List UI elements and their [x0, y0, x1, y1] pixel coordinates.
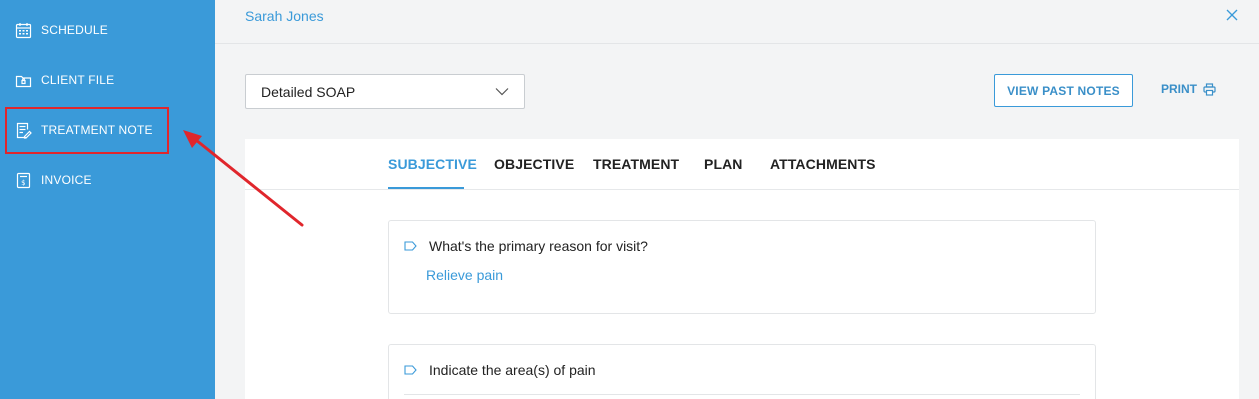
printer-icon [1203, 82, 1216, 96]
note-panel: SUBJECTIVE OBJECTIVE TREATMENT PLAN ATTA… [245, 139, 1239, 399]
sidebar-item-label: TREATMENT NOTE [41, 123, 153, 137]
chevron-down-icon [495, 88, 509, 96]
answer-text[interactable]: Relieve pain [426, 267, 503, 283]
sidebar: SCHEDULE CLIENT FILE TREATMENT NOTE $ IN… [0, 0, 215, 399]
question-card: What's the primary reason for visit? Rel… [388, 220, 1096, 314]
active-tab-indicator [388, 187, 464, 189]
tab-attachments[interactable]: ATTACHMENTS [770, 156, 876, 172]
note-tabs: SUBJECTIVE OBJECTIVE TREATMENT PLAN ATTA… [245, 139, 1239, 190]
sidebar-item-client-file[interactable]: CLIENT FILE [0, 55, 215, 105]
question-row: What's the primary reason for visit? [404, 238, 648, 254]
tab-plan[interactable]: PLAN [704, 156, 743, 172]
view-past-notes-button[interactable]: VIEW PAST NOTES [994, 74, 1133, 107]
question-row: Indicate the area(s) of pain [404, 362, 596, 378]
note-edit-icon [16, 122, 32, 139]
tab-subjective[interactable]: SUBJECTIVE [388, 156, 477, 172]
sidebar-item-label: INVOICE [41, 173, 92, 187]
note-type-value: Detailed SOAP [261, 83, 356, 100]
note-type-select[interactable]: Detailed SOAP [245, 74, 525, 109]
client-name[interactable]: Sarah Jones [245, 8, 324, 24]
main-content: Sarah Jones Detailed SOAP VIEW PAST NOTE… [215, 0, 1259, 399]
top-bar: Sarah Jones [215, 0, 1259, 44]
invoice-icon: $ [16, 172, 31, 188]
sidebar-item-label: CLIENT FILE [41, 73, 115, 87]
sidebar-item-schedule[interactable]: SCHEDULE [0, 5, 215, 55]
sidebar-item-treatment-note[interactable]: TREATMENT NOTE [0, 105, 215, 155]
question-card: Indicate the area(s) of pain [388, 344, 1096, 399]
question-text: Indicate the area(s) of pain [429, 362, 596, 378]
sidebar-item-label: SCHEDULE [41, 23, 108, 37]
sidebar-item-invoice[interactable]: $ INVOICE [0, 155, 215, 205]
tab-objective[interactable]: OBJECTIVE [494, 156, 574, 172]
print-label: PRINT [1161, 82, 1197, 96]
tab-treatment[interactable]: TREATMENT [593, 156, 679, 172]
close-icon[interactable] [1225, 8, 1239, 22]
divider [404, 394, 1080, 395]
folder-icon [15, 75, 32, 87]
calendar-icon [15, 22, 32, 38]
tag-icon [404, 241, 417, 251]
svg-text:$: $ [21, 179, 26, 187]
question-text: What's the primary reason for visit? [429, 238, 648, 254]
tag-icon [404, 365, 417, 375]
print-button[interactable]: PRINT [1161, 82, 1216, 96]
